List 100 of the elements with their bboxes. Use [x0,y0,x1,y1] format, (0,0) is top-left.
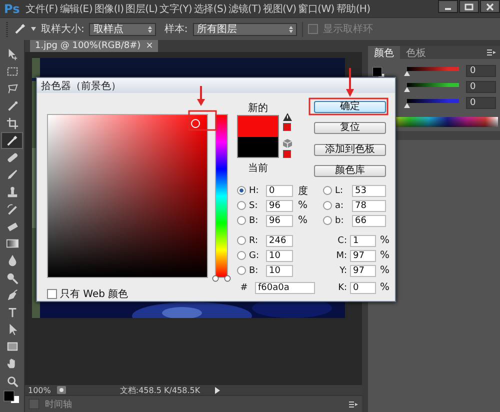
slider-thumb[interactable] [404,71,410,76]
radio-button[interactable] [237,236,246,245]
crop-icon [6,116,18,130]
slider-thumb[interactable] [404,103,410,108]
input-field[interactable]: 97 [350,250,376,262]
checkbox[interactable] [47,289,57,299]
zoom-level: 100% [28,386,51,394]
panel-menu-icon [487,49,496,56]
input-field[interactable]: 96 [266,214,293,226]
input-field[interactable]: 246 [266,234,293,246]
picker-ring[interactable] [191,119,200,128]
updown-icon [148,26,152,32]
rectangle-icon [6,340,18,354]
swatch-label: 当前 [248,162,268,175]
hex-label: # [239,282,249,292]
menu-item[interactable]: 滤镜(T) [228,2,262,16]
sample-dropdown[interactable]: 所有图层 [192,22,297,36]
input-field[interactable]: 53 [352,184,386,196]
dialog-button[interactable]: 添加到色板 [314,144,386,156]
radio-button[interactable] [237,266,246,275]
radio-button[interactable] [237,251,246,260]
minimize-button[interactable] [438,0,458,13]
value-field[interactable]: 0 [466,81,496,93]
input-field[interactable]: 10 [266,264,293,276]
status-icon [56,386,66,394]
dialog-title: 拾色器（前景色） [37,78,395,93]
menu-item[interactable]: 文字(Y) [158,2,193,16]
menu-item[interactable]: 文件(F) [24,2,59,16]
eyedropper-icon [14,23,26,35]
pen-icon [6,288,18,302]
hue-slider[interactable] [212,114,231,282]
radio-button[interactable] [237,216,246,225]
dialog-button[interactable]: 确定 [314,101,386,113]
menu-item[interactable]: 图像(I) [93,2,125,16]
input-field[interactable]: 78 [352,200,386,212]
input-field[interactable]: 97 [350,264,376,276]
updown-icon [288,26,293,32]
menu-item[interactable]: 图层(L) [124,2,159,16]
menu-item[interactable]: 视图(V) [262,2,298,16]
input-field[interactable]: 10 [266,250,293,262]
value-field[interactable]: 0 [466,65,496,77]
brush-icon [6,168,18,182]
radio-button[interactable] [323,186,332,195]
dodge-tool-icon [6,272,18,285]
hex-field[interactable]: f60a0a [255,282,315,294]
timeline-label: 时间轴 [45,398,72,410]
panel-tab[interactable]: 色板 [400,46,432,59]
field-label: L: [335,186,344,196]
menu-item[interactable]: 选择(S) [192,2,228,16]
dialog-button[interactable]: 复位 [314,122,386,134]
tool-button[interactable] [1,132,23,150]
sample-size-dropdown[interactable]: 取样点 [89,22,156,36]
field-label: K: [337,282,347,292]
unit-label: % [380,235,390,246]
field-label: M: [335,250,347,260]
input-field[interactable]: 1 [350,234,376,246]
close-tab-button[interactable]: × [146,41,154,51]
panel-tab[interactable]: 颜色 [368,46,400,59]
radio-button[interactable] [237,186,246,195]
unit-label: 度 [298,184,308,198]
document-size: 文档:458.5 K/458.5K [120,384,200,396]
brush-icon [6,100,18,113]
maximize-button[interactable] [459,0,479,13]
slider-thumb[interactable] [404,87,410,92]
annotation-arrow [346,68,354,97]
field-label: H: [249,186,260,196]
warning-icon [283,113,292,121]
menu-item[interactable]: 编辑(E) [58,2,94,16]
unit-label: % [380,250,390,261]
menu-item[interactable]: 帮助(H) [335,2,372,16]
slider-track[interactable] [407,99,459,103]
slider-track[interactable] [407,67,459,71]
unit-label: % [380,265,390,276]
document-tab[interactable]: 1.jpg @ 100%(RGB/8#) × [30,40,158,52]
marquee-icon [6,65,18,78]
panel-icon [29,399,39,409]
value-field[interactable]: 0 [466,97,496,109]
zoom-icon [6,374,18,388]
panel-menu-icon [349,400,358,408]
close-icon [485,2,495,10]
slider-track[interactable] [407,83,459,87]
input-field[interactable]: 0 [350,282,376,294]
app-logo: Ps [3,2,21,16]
color-field[interactable] [47,114,208,278]
color-swatches-icon [2,390,22,404]
brush-icon [6,202,18,216]
input-field[interactable]: 66 [352,214,386,226]
sample-label: 样本: [164,22,188,36]
radio-button[interactable] [323,216,332,225]
close-button[interactable] [480,0,500,13]
menu-item[interactable]: 窗口(W) [297,2,336,16]
radio-button[interactable] [237,201,246,210]
dialog-button[interactable]: 颜色库 [314,165,386,177]
radio-button[interactable] [323,201,332,210]
field-label: C: [336,236,347,246]
input-field[interactable]: 96 [266,200,293,212]
input-field[interactable]: 0 [266,184,293,196]
field-label: R: [249,236,260,246]
maximize-icon [464,2,474,10]
field-label: b: [335,216,345,226]
